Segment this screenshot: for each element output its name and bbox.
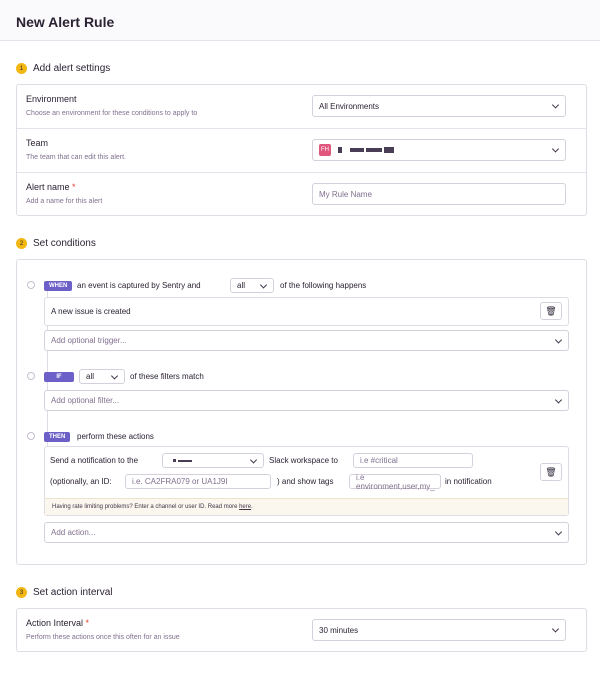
add-action-select[interactable]: Add action... [44, 522, 569, 543]
channel-id-input[interactable]: i.e. CA2FRA079 or UA1J9I [125, 474, 271, 489]
chevron-down-icon [110, 371, 119, 380]
step-1-header: 1 Add alert settings [16, 63, 110, 74]
chevron-down-icon [554, 395, 563, 404]
action-interval-panel: Action Interval * Perform these actions … [16, 608, 587, 652]
page-title: New Alert Rule [16, 14, 115, 30]
alert-name-row: Alert name * Add a name for this alert M… [17, 173, 586, 217]
trigger-item-label: A new issue is created [51, 307, 131, 316]
step-number-badge: 2 [16, 238, 27, 249]
action-interval-help: Perform these actions once this often fo… [26, 634, 180, 641]
alert-name-input[interactable]: My Rule Name [312, 183, 566, 205]
chevron-down-icon [249, 455, 258, 464]
team-select[interactable]: FH [312, 139, 566, 161]
then-tag: THEN [44, 432, 71, 442]
slack-workspace-select[interactable] [162, 453, 264, 468]
read-more-link[interactable]: here [239, 504, 251, 510]
team-row: Team The team that can edit this alert. … [17, 129, 586, 173]
environment-select[interactable]: All Environments [312, 95, 566, 117]
then-text-after: perform these actions [77, 432, 154, 441]
tags-input[interactable]: i.e environment,user,my_ [349, 473, 441, 491]
action-interval-row: Action Interval * Perform these actions … [17, 609, 586, 653]
action-workspace-text: Slack workspace to [269, 456, 338, 465]
chevron-down-icon [551, 101, 560, 109]
step-2-header: 2 Set conditions [16, 238, 96, 249]
redacted-text [178, 459, 192, 462]
rate-limit-banner: Having rate limiting problems? Enter a c… [45, 498, 568, 515]
action-tags-text: ) and show tags [277, 477, 334, 486]
team-label: Team [26, 138, 49, 148]
if-tag: IF [44, 372, 74, 382]
trash-icon: 🗑 [545, 466, 557, 477]
action-item: Send a notification to the Slack workspa… [44, 446, 569, 516]
alert-name-label: Alert name * [26, 182, 76, 192]
timeline-dot [27, 372, 35, 380]
when-text-after: of the following happens [280, 281, 367, 290]
step-label: Set action interval [33, 587, 113, 598]
action-optional-id-text: (optionally, an ID: [50, 477, 112, 486]
redacted-text [384, 147, 394, 153]
alert-name-placeholder: My Rule Name [319, 189, 372, 199]
timeline-dot [27, 281, 35, 289]
conditions-panel: WHEN an event is captured by Sentry and … [16, 259, 587, 565]
team-avatar: FH [319, 144, 331, 156]
action-interval-select[interactable]: 30 minutes [312, 619, 566, 641]
if-text-after: of these filters match [130, 372, 204, 381]
when-match-select[interactable]: all [230, 278, 274, 293]
environment-value: All Environments [319, 101, 380, 111]
chevron-down-icon [554, 527, 563, 536]
alert-settings-panel: Environment Choose an environment for th… [16, 84, 587, 216]
if-match-select[interactable]: all [79, 369, 125, 384]
environment-label: Environment [26, 94, 77, 104]
step-label: Add alert settings [33, 63, 111, 74]
redacted-text [173, 459, 176, 462]
environment-help: Choose an environment for these conditio… [26, 110, 198, 117]
channel-input[interactable]: i.e #critical [353, 453, 473, 468]
trigger-item: A new issue is created 🗑 [44, 297, 569, 326]
step-number-badge: 3 [16, 587, 27, 598]
when-tag: WHEN [44, 281, 73, 291]
chevron-down-icon [551, 625, 560, 633]
redacted-text [338, 147, 342, 153]
add-filter-select[interactable]: Add optional filter... [44, 390, 569, 411]
action-send-text: Send a notification to the [50, 456, 139, 465]
redacted-text [366, 148, 382, 152]
delete-trigger-button[interactable]: 🗑 [540, 302, 562, 320]
team-help: The team that can edit this alert. [26, 154, 126, 161]
when-text: an event is captured by Sentry and [77, 281, 201, 290]
add-trigger-select[interactable]: Add optional trigger... [44, 330, 569, 351]
redacted-text [350, 148, 364, 152]
header-bar: New Alert Rule [0, 0, 600, 41]
delete-action-button[interactable]: 🗑 [540, 463, 562, 481]
action-in-notification-text: in notification [445, 477, 492, 486]
chevron-down-icon [551, 145, 560, 153]
step-label: Set conditions [33, 238, 96, 249]
chevron-down-icon [554, 335, 563, 344]
step-3-header: 3 Set action interval [16, 587, 113, 598]
trash-icon: 🗑 [545, 305, 557, 316]
chevron-down-icon [259, 280, 268, 289]
step-number-badge: 1 [16, 63, 27, 74]
action-interval-label: Action Interval * [26, 618, 90, 628]
timeline-dot [27, 432, 35, 440]
environment-row: Environment Choose an environment for th… [17, 85, 586, 129]
alert-name-help: Add a name for this alert [26, 198, 103, 205]
